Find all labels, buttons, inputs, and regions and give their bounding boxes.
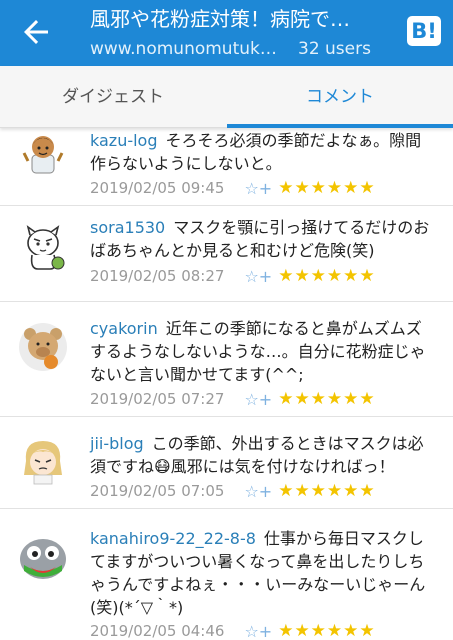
tab-comments[interactable]: コメント <box>227 66 453 128</box>
comment-item: jii-blog この季節、外出するときはマスクは必須ですね😷風邪には気を付けなけ… <box>0 417 453 509</box>
comment-body: kazu-log そろそろ必須の季節だよなぁ。隙間作らないようにしないと。 <box>90 129 435 175</box>
comment-meta: 2019/02/05 07:05 ☆+ ★★★★★★ <box>90 480 376 502</box>
star-rating: ★★★★★★ <box>278 621 376 640</box>
avatar <box>20 539 66 579</box>
comment-body: jii-blog この季節、外出するときはマスクは必須ですね😷風邪には気を付けなけ… <box>90 432 435 478</box>
bookmark-user-count: 32 users <box>298 39 371 59</box>
add-star-icon[interactable]: ☆+ <box>244 482 272 501</box>
comment-date: 2019/02/05 07:27 <box>90 390 225 408</box>
comment-username[interactable]: kanahiro9-22_22-8-8 <box>90 529 256 548</box>
avatar <box>26 225 65 270</box>
add-star-icon[interactable]: ☆+ <box>244 390 272 409</box>
comment-item: kazu-log そろそろ必須の季節だよなぁ。隙間作らないようにしないと。 201… <box>0 129 453 206</box>
star-rating: ★★★★★★ <box>278 178 376 198</box>
comment-meta: 2019/02/05 09:45 ☆+ ★★★★★★ <box>90 177 376 199</box>
avatar <box>24 441 62 485</box>
add-star-icon[interactable]: ☆+ <box>244 622 272 640</box>
tab-digest[interactable]: ダイジェスト <box>0 66 226 128</box>
back-arrow-icon[interactable] <box>18 14 54 50</box>
tab-bar: ダイジェスト コメント <box>0 66 453 128</box>
comment-username[interactable]: jii-blog <box>90 434 144 453</box>
star-rating: ★★★★★★ <box>278 481 376 501</box>
avatar <box>19 323 67 371</box>
comment-date: 2019/02/05 08:27 <box>90 267 225 285</box>
comment-body: sora1530 マスクを顎に引っ掻けてるだけのおばあちゃんとか見ると和むけど危険… <box>90 216 435 262</box>
hatena-bookmark-button[interactable]: B! <box>407 16 441 46</box>
page-title: 風邪や花粉症対策！病院で… <box>90 7 350 31</box>
comment-item: sora1530 マスクを顎に引っ掻けてるだけのおばあちゃんとか見ると和むけど危険… <box>0 206 453 302</box>
comment-meta: 2019/02/05 08:27 ☆+ ★★★★★★ <box>90 265 376 287</box>
comment-date: 2019/02/05 09:45 <box>90 179 225 197</box>
comment-username[interactable]: kazu-log <box>90 131 158 150</box>
header-titles: 風邪や花粉症対策！病院で… www.nomunomutuk… 32 users <box>90 6 390 62</box>
comment-date: 2019/02/05 04:46 <box>90 622 225 640</box>
comment-meta: 2019/02/05 04:46 ☆+ ★★★★★★ <box>90 620 376 640</box>
comment-item: cyakorin 近年この季節になると鼻がムズムズするようなしないような…。自分に… <box>0 302 453 417</box>
comment-item: kanahiro9-22_22-8-8 仕事から毎日マスクしてますがついつい暑くな… <box>0 509 453 640</box>
comment-list: kazu-log そろそろ必須の季節だよなぁ。隙間作らないようにしないと。 201… <box>0 129 453 640</box>
comment-body: cyakorin 近年この季節になると鼻がムズムズするようなしないような…。自分に… <box>90 317 435 386</box>
comment-username[interactable]: sora1530 <box>90 218 165 237</box>
star-rating: ★★★★★★ <box>278 389 376 409</box>
comment-body: kanahiro9-22_22-8-8 仕事から毎日マスクしてますがついつい暑くな… <box>90 527 435 619</box>
star-rating: ★★★★★★ <box>278 266 376 286</box>
comment-date: 2019/02/05 07:05 <box>90 482 225 500</box>
comment-meta: 2019/02/05 07:27 ☆+ ★★★★★★ <box>90 388 376 410</box>
app-bar: 風邪や花粉症対策！病院で… www.nomunomutuk… 32 users … <box>0 0 453 66</box>
add-star-icon[interactable]: ☆+ <box>244 267 272 286</box>
avatar <box>22 136 64 174</box>
comment-username[interactable]: cyakorin <box>90 319 158 338</box>
page-url: www.nomunomutuk… <box>90 39 277 59</box>
add-star-icon[interactable]: ☆+ <box>244 179 272 198</box>
